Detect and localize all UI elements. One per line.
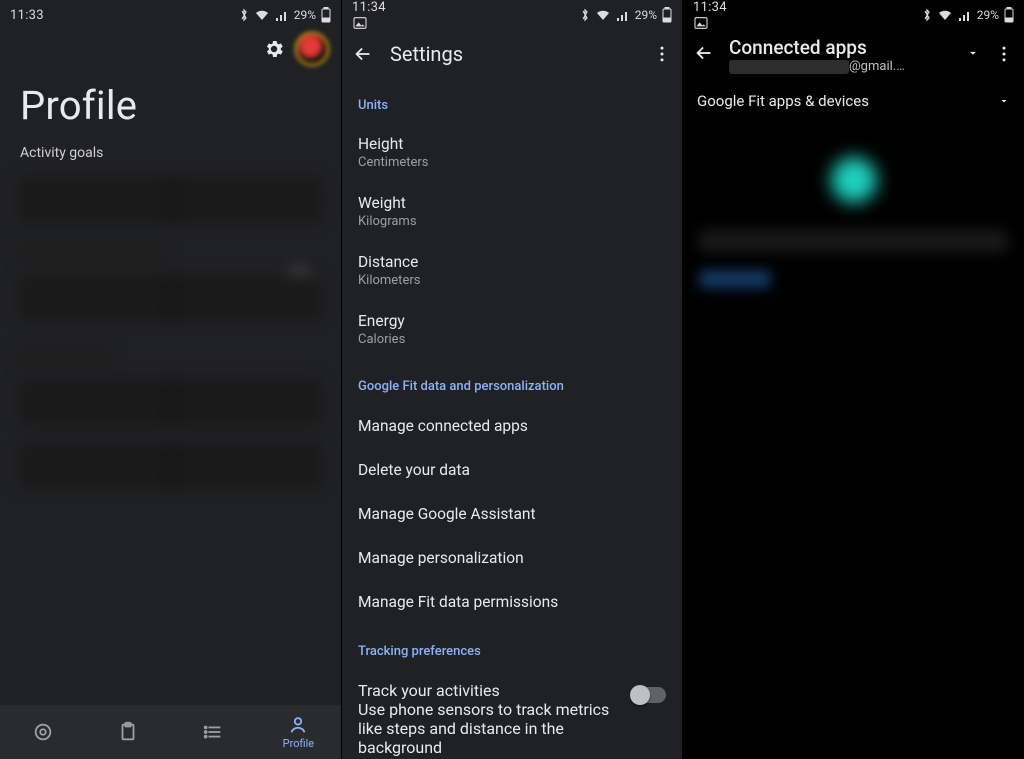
bluetooth-icon <box>922 8 932 22</box>
status-bar: 11:34 29% <box>342 0 682 30</box>
setting-height[interactable]: Height Centimeters <box>342 123 682 182</box>
battery-icon <box>321 7 331 23</box>
wifi-icon <box>595 9 611 21</box>
wifi-icon <box>254 9 270 21</box>
battery-icon <box>662 7 672 23</box>
group-units: Units <box>342 78 682 123</box>
nav-journal[interactable] <box>85 705 170 759</box>
more-icon[interactable] <box>652 44 672 64</box>
image-icon <box>693 15 709 31</box>
status-icons: 29% <box>239 7 331 23</box>
connected-title: Connected apps <box>729 36 966 59</box>
more-icon[interactable] <box>994 44 1014 64</box>
app-icon <box>826 152 882 208</box>
setting-delete-data[interactable]: Delete your data <box>342 448 682 492</box>
setting-distance[interactable]: Distance Kilometers <box>342 241 682 300</box>
setting-weight[interactable]: Weight Kilograms <box>342 182 682 241</box>
back-icon[interactable] <box>693 42 715 64</box>
image-icon <box>352 15 368 31</box>
status-bar: 11:34 29% <box>683 0 1024 30</box>
setting-connected-apps[interactable]: Manage connected apps <box>342 404 682 448</box>
setting-track-activities[interactable]: Track your activities Use phone sensors … <box>342 669 682 759</box>
account-email[interactable]: @gmail.… <box>729 59 966 74</box>
redacted-link <box>699 270 771 288</box>
group-tracking: Tracking preferences <box>342 624 682 669</box>
track-toggle[interactable] <box>632 687 666 703</box>
chevron-down-icon <box>998 95 1010 107</box>
back-icon[interactable] <box>352 43 374 65</box>
person-icon <box>287 714 309 736</box>
target-icon <box>32 721 54 743</box>
signal-icon <box>958 9 972 21</box>
wifi-icon <box>937 9 953 21</box>
setting-personalization[interactable]: Manage personalization <box>342 536 682 580</box>
nav-profile[interactable]: Profile <box>256 705 341 759</box>
battery-percent: 29% <box>635 8 657 22</box>
bluetooth-icon <box>239 8 249 22</box>
battery-icon <box>1004 7 1014 23</box>
redacted-app-detail <box>683 122 1024 682</box>
screen-profile: 11:33 29% Profile Activity goals <box>0 0 341 759</box>
status-time: 11:34 <box>352 0 580 31</box>
redacted-text <box>699 230 1008 252</box>
gear-icon[interactable] <box>263 38 285 60</box>
setting-fit-permissions[interactable]: Manage Fit data permissions <box>342 580 682 624</box>
setting-energy[interactable]: Energy Calories <box>342 300 682 359</box>
settings-title: Settings <box>390 42 652 66</box>
screen-settings: 11:34 29% Settings Units Height Centimet… <box>341 0 682 759</box>
avatar[interactable] <box>295 32 329 66</box>
signal-icon <box>616 9 630 21</box>
status-icons: 29% <box>922 7 1014 23</box>
nav-profile-label: Profile <box>283 737 314 750</box>
status-bar: 11:33 29% <box>0 0 341 30</box>
status-icons: 29% <box>580 7 672 23</box>
signal-icon <box>275 9 289 21</box>
battery-percent: 29% <box>977 8 999 22</box>
section-activity-goals: Activity goals <box>0 145 341 177</box>
setting-google-assistant[interactable]: Manage Google Assistant <box>342 492 682 536</box>
status-time: 11:34 <box>693 0 922 31</box>
battery-percent: 29% <box>294 8 316 22</box>
bottom-nav: Profile <box>0 705 341 759</box>
nav-browse[interactable] <box>171 705 256 759</box>
screen-connected-apps: 11:34 29% Connected apps @gmail.… <box>682 0 1024 759</box>
page-title: Profile <box>0 76 341 145</box>
redacted-content <box>0 177 341 489</box>
redacted-email-local <box>729 60 849 74</box>
group-data: Google Fit data and personalization <box>342 359 682 404</box>
status-time: 11:33 <box>10 8 239 23</box>
list-icon <box>202 721 224 743</box>
clipboard-icon <box>117 721 139 743</box>
nav-home[interactable] <box>0 705 85 759</box>
fit-apps-dropdown[interactable]: Google Fit apps & devices <box>683 80 1024 122</box>
chevron-down-icon[interactable] <box>966 46 980 60</box>
bluetooth-icon <box>580 8 590 22</box>
